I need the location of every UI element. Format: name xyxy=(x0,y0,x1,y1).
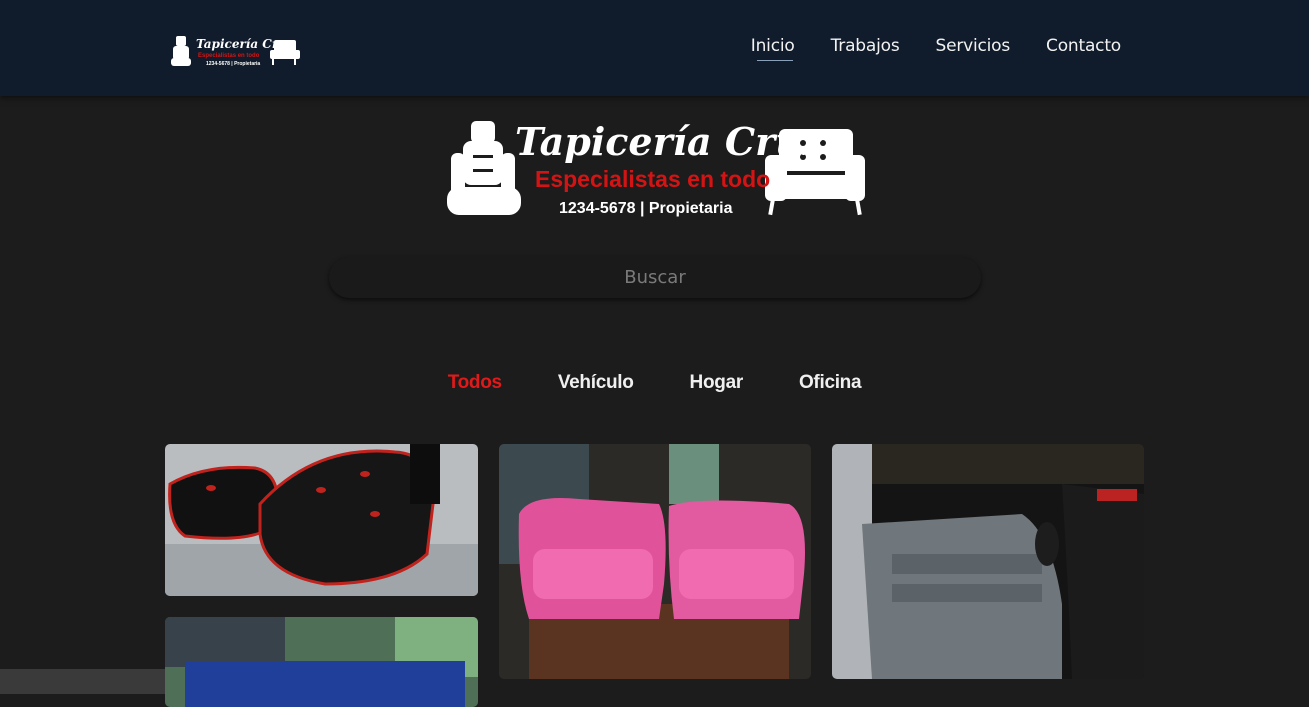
horizontal-scrollbar[interactable] xyxy=(0,669,165,694)
gallery-item-pink-armchairs[interactable] xyxy=(499,444,811,679)
hero-tagline: Especialistas en todo xyxy=(535,166,770,192)
filter-oficina[interactable]: Oficina xyxy=(799,372,862,394)
gallery-item-car-door[interactable] xyxy=(832,444,1144,679)
pink-armchairs-photo xyxy=(499,444,811,679)
nav-link-trabajos[interactable]: Trabajos xyxy=(831,36,900,56)
nav-logo-brand: Tapicería Cruz xyxy=(196,37,295,51)
nav-logo-phone: 1234-5678 | Propietaria xyxy=(206,61,260,67)
nav-logo[interactable]: Tapicería Cruz Especialistas en todo 123… xyxy=(170,34,302,68)
hero-logo: Tapicería Cruz Especialistas en todo 123… xyxy=(447,119,865,217)
car-seat-icon xyxy=(447,121,521,215)
nav-logo-tagline: Especialistas en todo xyxy=(198,53,260,59)
nav-link-inicio[interactable]: Inicio xyxy=(751,36,795,61)
nav-link-servicios[interactable]: Servicios xyxy=(935,36,1010,56)
motorcycle-seat-photo xyxy=(165,444,478,596)
hero-brand: Tapicería Cruz xyxy=(515,119,826,164)
navbar: Tapicería Cruz Especialistas en todo 123… xyxy=(0,0,1309,96)
car-door-interior-photo xyxy=(832,444,1144,679)
filter-hogar[interactable]: Hogar xyxy=(690,372,744,394)
gallery-item-motorcycle-seat[interactable] xyxy=(165,444,478,596)
category-filters: Todos Vehículo Hogar Oficina xyxy=(0,372,1309,394)
hero-phone: 1234-5678 | Propietaria xyxy=(559,200,733,217)
nav-link-contacto[interactable]: Contacto xyxy=(1046,36,1121,56)
main-nav: Inicio Trabajos Servicios Contacto xyxy=(751,36,1121,61)
search-input[interactable] xyxy=(329,257,981,298)
filter-todos[interactable]: Todos xyxy=(448,372,502,394)
filter-vehiculo[interactable]: Vehículo xyxy=(558,372,634,394)
